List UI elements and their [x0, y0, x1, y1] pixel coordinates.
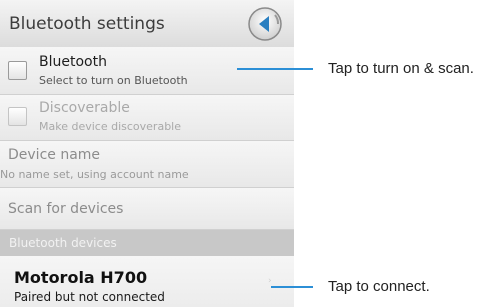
callout-line-scan [237, 68, 313, 70]
discoverable-title: Discoverable [39, 100, 130, 116]
discoverable-checkbox[interactable] [8, 107, 27, 126]
discoverable-row[interactable]: Discoverable Make device discoverable [0, 95, 294, 141]
section-header-label: Bluetooth devices [9, 236, 117, 250]
back-arrow-icon [248, 7, 282, 41]
device-status: Paired but not connected [14, 290, 165, 304]
device-name-subtitle: No name set, using account name [0, 168, 189, 181]
phone-screen: Bluetooth settings Bluetooth Select to t… [0, 0, 294, 307]
bluetooth-toggle-row[interactable]: Bluetooth Select to turn on Bluetooth [0, 47, 294, 95]
device-name-row[interactable]: Device name No name set, using account n… [0, 141, 294, 188]
bluetooth-devices-header: Bluetooth devices [0, 230, 294, 256]
scan-for-devices-row[interactable]: Scan for devices [0, 188, 294, 230]
title-bar: Bluetooth settings [0, 0, 294, 48]
bluetooth-checkbox[interactable] [8, 61, 27, 80]
device-name: Motorola H700 [14, 268, 148, 287]
callout-connect: Tap to connect. [328, 278, 430, 295]
bluetooth-title: Bluetooth [39, 54, 107, 70]
bluetooth-subtitle: Select to turn on Bluetooth [39, 74, 188, 87]
device-row-motorola-h700[interactable]: Motorola H700 Paired but not connected › [0, 256, 294, 307]
discoverable-subtitle: Make device discoverable [39, 120, 181, 133]
back-button[interactable] [247, 6, 283, 42]
scan-for-devices-title: Scan for devices [8, 201, 124, 217]
page-title: Bluetooth settings [9, 14, 165, 34]
callout-scan: Tap to turn on & scan. [328, 60, 474, 77]
callout-line-connect [271, 286, 313, 288]
device-name-title: Device name [8, 147, 101, 163]
chevron-right-icon: › [268, 276, 272, 286]
